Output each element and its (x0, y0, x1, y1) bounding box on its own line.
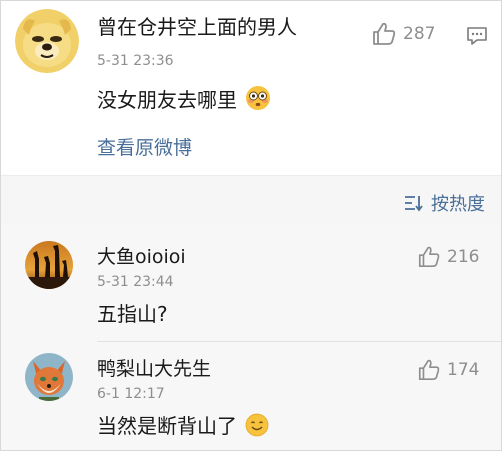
flushed-face-emoji (245, 85, 271, 117)
post-timestamp: 5-31 23:36 (97, 53, 174, 69)
reply-username[interactable]: 大鱼oioioi (97, 245, 186, 269)
smiling-face-emoji (245, 413, 269, 443)
reply-username[interactable]: 鸭梨山大先生 (97, 357, 211, 381)
sort-by-hot-button[interactable]: 按热度 (403, 190, 485, 216)
reply-like-count: 174 (447, 360, 480, 380)
thumbs-up-icon (418, 359, 440, 381)
sort-icon (405, 196, 423, 212)
reply-divider (97, 341, 501, 342)
comment-icon[interactable] (466, 25, 488, 51)
post-text-line: 没女朋友去哪里 (97, 85, 271, 117)
sort-label: 按热度 (431, 194, 485, 215)
doge-avatar[interactable] (15, 9, 79, 73)
thumbs-up-icon (418, 246, 440, 268)
reply-like-button[interactable]: 216 (417, 245, 479, 269)
view-original-weibo-link[interactable]: 查看原微博 (97, 133, 192, 160)
original-comment-card: 曾在仓井空上面的男人 5-31 23:36 287 没女朋友去哪里 查看原微博 (1, 1, 501, 175)
reply-like-count: 216 (447, 247, 480, 267)
reply-text: 当然是断背山了 (97, 414, 237, 438)
reply-avatar-fox[interactable] (25, 353, 73, 401)
thumbs-up-icon (373, 22, 396, 45)
reply-timestamp: 5-31 23:44 (97, 274, 174, 290)
post-like-count: 287 (403, 24, 436, 44)
post-text: 没女朋友去哪里 (97, 88, 237, 112)
reply-text: 五指山? (97, 302, 168, 326)
weibo-comment-screen: 曾在仓井空上面的男人 5-31 23:36 287 没女朋友去哪里 查看原微博 … (0, 0, 502, 451)
reply-avatar-giraffe[interactable] (25, 241, 73, 289)
reply-like-button[interactable]: 174 (417, 358, 479, 382)
reply-text-line: 当然是断背山了 (97, 413, 269, 443)
post-like-button[interactable]: 287 (371, 21, 435, 47)
post-username[interactable]: 曾在仓井空上面的男人 (97, 15, 297, 39)
reply-timestamp: 6-1 12:17 (97, 386, 165, 402)
